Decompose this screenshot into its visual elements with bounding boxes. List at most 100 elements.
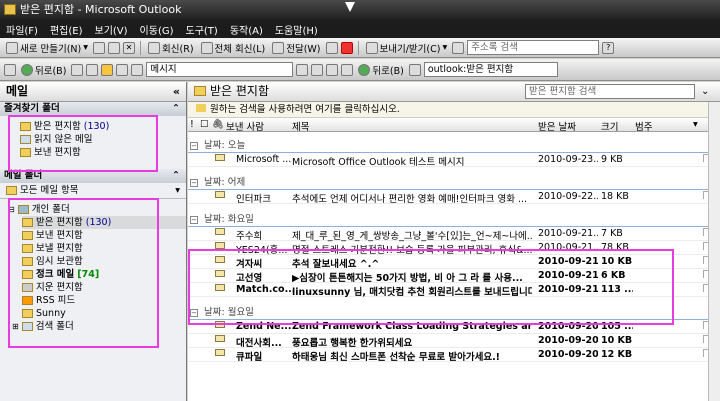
flag-icon[interactable] [340,41,353,54]
forward-icon [272,41,285,54]
menu-help[interactable]: 도움말(H) [269,22,324,37]
format4-icon[interactable] [341,63,354,76]
message-row[interactable]: 대전사회... 풍요롭고 행복한 한가위되세요 2010-09-20...10 KB [188,334,720,349]
inbox-pane: 받은 편지함 받은 편지함 검색 ⌄ 원하는 검색을 사용하려면 여기를 클릭하… [188,82,720,401]
move-icon[interactable] [108,41,121,54]
send-receive-icon [365,41,378,54]
unread-envelope-icon [215,335,225,342]
back-button-2[interactable]: 뒤로(B) [356,62,405,78]
col-received[interactable]: 받은 날짜 [538,119,576,133]
message-from: 주수희 [236,231,263,242]
message-list-scrollbar[interactable] [708,102,720,401]
message-size: 9 KB [601,154,623,165]
message-date: 2010-09-20... [538,349,598,360]
print-icon[interactable] [93,41,106,54]
category-icon[interactable] [325,41,338,54]
new-button[interactable]: 새로 만들기(N) ▾ [4,40,90,56]
group-header[interactable]: − 날짜: 어제 [188,175,720,190]
reply-button[interactable]: 회신(R) [146,40,196,56]
dropdown-icon[interactable]: ▾ [175,184,180,197]
collapse-section-icon[interactable]: ⌃ [172,102,180,116]
message-from: 인터파크 [236,194,271,205]
collapse-section-icon[interactable]: ⌃ [172,169,180,183]
attachment-icon[interactable]: 🖇 [212,119,224,130]
standard-toolbar: 새로 만들기(N) ▾ ✕ 회신(R) 전체 회신(L) 전달(W) 보내기/받기… [0,38,720,58]
delete-icon[interactable]: ✕ [123,41,136,54]
collapse-pane-icon[interactable]: « [173,82,180,101]
forward-nav-icon[interactable] [408,63,421,76]
message-from: 대전사회... [236,338,282,349]
flag-column-icon[interactable]: ▾ [693,119,698,130]
stop-icon[interactable] [131,63,144,76]
unread-envelope-icon [215,349,225,356]
mouse-cursor-icon [345,2,355,12]
send-receive-button[interactable]: 보내기/받기(C) ▾ [364,40,450,56]
format3-icon[interactable] [326,63,339,76]
reply-all-button[interactable]: 전체 회신(L) [199,40,268,56]
inbox-search-input[interactable]: 받은 편지함 검색 [525,84,695,99]
all-mail-items[interactable]: 모든 메일 항목 ▾ [0,183,186,199]
col-size[interactable]: 크기 [601,119,618,133]
col-subject[interactable]: 제목 [292,119,309,133]
folder-list-icon[interactable] [101,63,114,76]
menu-file[interactable]: 파일(F) [0,22,44,37]
menu-view[interactable]: 보기(V) [89,22,134,37]
navigation-toolbar: 뒤로(B) 메시지 뒤로(B) outlook:받은 편지함 [0,59,720,81]
format2-icon[interactable] [311,63,324,76]
message-from: 큐파일 [236,352,263,363]
message-date: 2010-09-21... [538,228,598,239]
col-from[interactable]: 보낸 사람 [226,119,264,133]
collapse-group-icon[interactable]: − [190,179,198,187]
message-row[interactable]: 인터파크 추석에도 언제 어디서나 편리한 영화 예매!인터파크 영화 ... 20… [188,190,720,205]
search-hint-bar[interactable]: 원하는 검색을 사용하려면 여기를 클릭하십시오. [188,102,720,118]
reply-all-icon [200,41,213,54]
message-list: − 날짜: 오늘 Microsoft ... Microsoft Office Out… [188,132,720,363]
forward-button[interactable]: 전달(W) [270,40,322,56]
group-label: 날짜: 어제 [204,177,246,188]
menu-bar: 파일(F) 편집(E) 보기(V) 이동(G) 도구(T) 동작(A) 도움말(… [0,20,720,38]
up-folder-icon[interactable] [86,63,99,76]
preview-icon[interactable] [116,63,129,76]
message-row[interactable]: 주수희 제_대_루_된_영_게_쌍방송_그냥_볼'수[있]는_언~제~나에... 2… [188,227,720,242]
help-icon[interactable]: ? [602,41,615,54]
col-category[interactable]: 범주 [635,119,652,133]
message-row[interactable]: 큐파일 하태웅님 최신 스마트폰 선착순 무료로 받아가세요.! 2010-09-2… [188,348,720,363]
menu-edit[interactable]: 편집(E) [44,22,89,37]
forward-nav-icon[interactable] [71,63,84,76]
importance-icon[interactable]: ! [190,119,194,130]
location-field[interactable]: 메시지 [146,62,294,77]
group-header[interactable]: − 날짜: 오늘 [188,138,720,153]
find-icon[interactable] [452,41,465,54]
new-mail-icon [6,41,18,54]
message-date: 2010-09-20... [538,335,598,346]
format-icon[interactable] [296,63,309,76]
toolbar-grip-icon [4,63,16,76]
message-date: 2010-09-22... [538,191,598,202]
inbox-header: 받은 편지함 받은 편지함 검색 ⌄ [188,82,720,102]
read-envelope-icon [215,242,225,249]
expand-search-icon[interactable]: ⌄ [701,82,709,101]
menu-go[interactable]: 이동(G) [134,22,180,37]
back-icon [21,63,33,76]
message-subject: 제_대_루_된_영_게_쌍방송_그냥_볼'수[있]는_언~제~나에... [292,231,532,242]
collapse-group-icon[interactable]: − [190,216,198,224]
message-row[interactable]: Microsoft ... Microsoft Office Outlook 테스… [188,153,720,168]
read-envelope-icon [215,228,225,235]
address-book-search[interactable]: 주소록 검색 [467,40,600,55]
read-envelope-icon [215,191,225,198]
type-icon[interactable]: ☐ [200,119,209,130]
back-button[interactable]: 뒤로(B) [19,62,68,78]
message-size: 10 KB [601,335,633,346]
message-subject: Microsoft Office Outlook 테스트 메시지 [292,157,465,168]
message-subject: 추석에도 언제 어디서나 편리한 영화 예매!인터파크 영화 ... [292,194,528,205]
reply-icon [148,41,161,54]
menu-actions[interactable]: 동작(A) [224,22,269,37]
messages-highlight-box [188,249,674,325]
message-size: 7 KB [601,228,623,239]
address-field[interactable]: outlook:받은 편지함 [423,62,558,77]
group-header[interactable]: − 날짜: 화요일 [188,212,720,227]
collapse-group-icon[interactable]: − [190,142,198,150]
favorites-highlight-box [8,115,158,172]
menu-tools[interactable]: 도구(T) [180,22,224,37]
group-label: 날짜: 화요일 [204,214,254,225]
